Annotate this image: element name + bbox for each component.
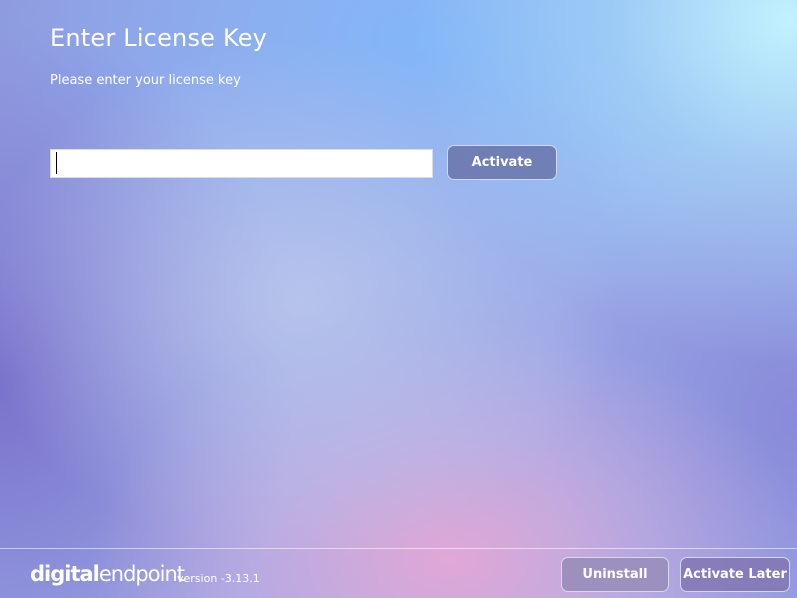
page-title: Enter License Key (50, 24, 268, 52)
logo-text-bold: digital (30, 562, 100, 586)
license-window: Enter License Key Please enter your lice… (0, 0, 797, 598)
text-caret (56, 152, 57, 174)
activate-later-button[interactable]: Activate Later (680, 557, 790, 592)
logo-text-light: endpoint (98, 562, 185, 586)
uninstall-button[interactable]: Uninstall (561, 557, 669, 592)
version-label: version -3.13.1 (177, 572, 260, 585)
page-subtitle: Please enter your license key (50, 73, 241, 88)
digitalendpoint-logo: digital endpoint (30, 562, 185, 586)
activate-button[interactable]: Activate (447, 145, 557, 180)
license-key-input[interactable] (50, 149, 433, 178)
